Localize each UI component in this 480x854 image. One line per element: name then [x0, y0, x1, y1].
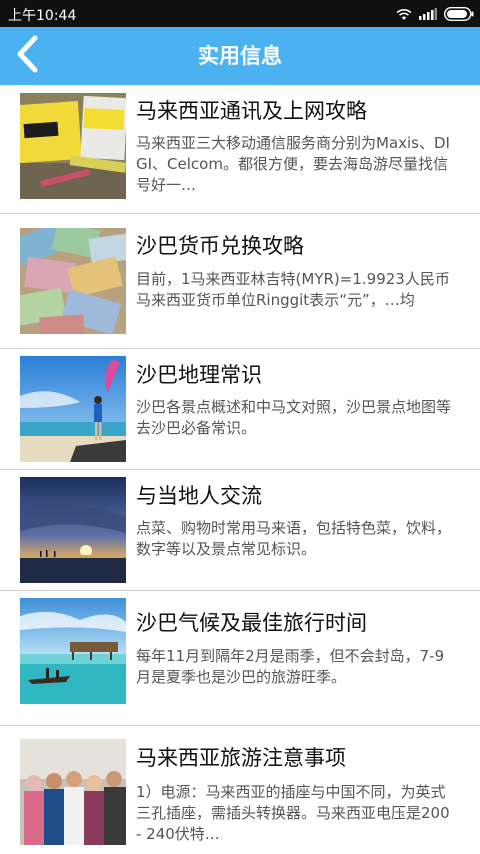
people-thumbnail	[20, 739, 126, 845]
item-desc: 目前，1马来西亚林吉特(MYR)=1.9923人民币 马来西亚货币单位Ringg…	[136, 270, 450, 309]
list-item[interactable]: 与当地人交流 点菜、购物时常用马来语，包括特色菜，饮料，数字等以及景点常见标识。	[0, 470, 480, 591]
sunset-thumbnail	[20, 477, 126, 583]
list-item[interactable]: 沙巴地理常识 沙巴各景点概述和中马文对照，沙巴景点地图等去沙巴必备常识。	[0, 349, 480, 470]
item-desc: 点菜、购物时常用马来语，包括特色菜，饮料，数字等以及景点常见标识。	[136, 519, 452, 558]
status-time: 上午10:44	[8, 8, 77, 24]
page-title: 实用信息	[198, 44, 282, 68]
banknotes-thumbnail	[20, 228, 126, 334]
item-title: 与当地人交流	[136, 484, 262, 508]
item-title: 沙巴地理常识	[136, 363, 262, 387]
item-title: 马来西亚通讯及上网攻略	[136, 99, 367, 123]
sim-cards-thumbnail	[20, 93, 126, 199]
list-item[interactable]: 马来西亚通讯及上网攻略 马来西亚三大移动通信服务商分别为Maxis、DIGI、C…	[0, 85, 480, 214]
item-title: 马来西亚旅游注意事项	[136, 746, 346, 770]
list-item[interactable]: 马来西亚旅游注意事项 1）电源：马来西亚的插座与中国不同，为英式三孔插座，需插头…	[0, 726, 480, 854]
status-icons	[396, 5, 474, 23]
item-desc: 沙巴各景点概述和中马文对照，沙巴景点地图等去沙巴必备常识。	[136, 398, 452, 437]
beach-thumbnail	[20, 356, 126, 462]
app-header: 实用信息	[0, 27, 480, 85]
signal-icon	[419, 8, 437, 20]
info-list: 马来西亚通讯及上网攻略 马来西亚三大移动通信服务商分别为Maxis、DIGI、C…	[0, 85, 480, 854]
status-bar: 上午10:44	[0, 0, 480, 27]
list-item[interactable]: 沙巴货币兑换攻略 目前，1马来西亚林吉特(MYR)=1.9923人民币 马来西亚…	[0, 214, 480, 349]
item-desc: 1）电源：马来西亚的插座与中国不同，为英式三孔插座，需插头转换器。马来西亚电压是…	[136, 783, 450, 843]
battery-icon	[444, 7, 474, 21]
item-desc: 每年11月到隔年2月是雨季，但不会封岛，7-9月是夏季也是沙巴的旅游旺季。	[136, 647, 445, 686]
chevron-left-icon	[15, 35, 41, 77]
back-button[interactable]	[0, 27, 56, 85]
sea-village-thumbnail	[20, 598, 126, 704]
item-desc: 马来西亚三大移动通信服务商分别为Maxis、DIGI、Celcom。都很方便，要…	[136, 134, 450, 194]
wifi-icon	[396, 8, 412, 21]
item-title: 沙巴气候及最佳旅行时间	[136, 611, 367, 635]
item-title: 沙巴货币兑换攻略	[136, 234, 304, 258]
list-item[interactable]: 沙巴气候及最佳旅行时间 每年11月到隔年2月是雨季，但不会封岛，7-9月是夏季也…	[0, 591, 480, 726]
